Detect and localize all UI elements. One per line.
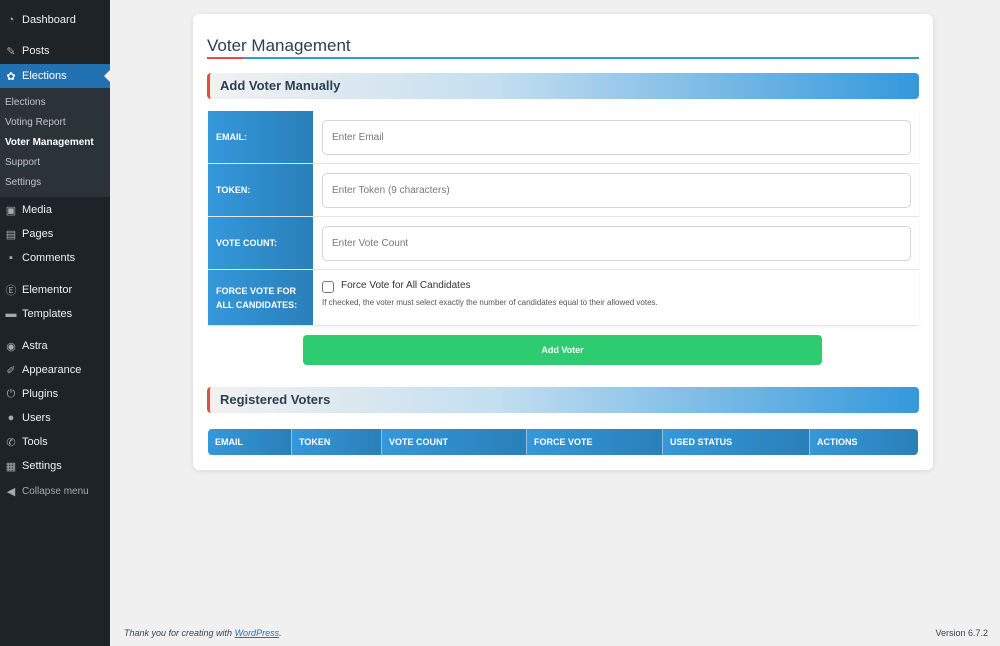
astra-icon: ◉ [6, 340, 16, 353]
submenu-support[interactable]: Support [5, 157, 40, 168]
vote-count-field[interactable] [322, 226, 911, 261]
pages-icon: ▤ [5, 228, 17, 241]
add-voter-form: EMAIL: TOKEN: VOTE COUNT: FORCE VOTE FOR… [208, 111, 919, 326]
submenu-voting-report[interactable]: Voting Report [5, 117, 66, 128]
submenu-voter-management[interactable]: Voter Management [5, 137, 94, 148]
elementor-icon: Ⓔ [5, 285, 17, 297]
token-row: TOKEN: [208, 164, 919, 217]
sidebar-item-label: Dashboard [22, 14, 76, 26]
settings-icon: ▦ [5, 460, 17, 473]
pin-icon: ✎ [6, 45, 16, 58]
footer-text: Thank you for creating with [124, 628, 235, 638]
column-email: EMAIL [208, 429, 292, 455]
sidebar-item-label: Settings [22, 460, 62, 472]
sidebar-item-settings[interactable]: ▦ Settings [0, 454, 110, 478]
sidebar-item-media[interactable]: ▣ Media [0, 198, 110, 222]
user-icon: ● [7, 412, 15, 424]
email-field[interactable] [322, 120, 911, 155]
sidebar-item-elementor[interactable]: Ⓔ Elementor [0, 278, 110, 302]
sidebar-item-plugins[interactable]: ⏻ Plugins [0, 382, 110, 406]
sidebar-item-label: Users [22, 412, 51, 424]
sidebar-item-elections[interactable]: ✿ Elections [0, 64, 110, 88]
sidebar-item-appearance[interactable]: ✐ Appearance [0, 358, 110, 382]
dashboard-icon: ◔ [7, 14, 15, 26]
sidebar-item-label: Comments [22, 252, 76, 264]
collapse-icon: ◀ [6, 485, 16, 498]
token-label: TOKEN: [208, 164, 313, 216]
sidebar-item-users[interactable]: ● Users [0, 406, 110, 430]
sidebar-item-label: Elections [22, 70, 67, 82]
force-vote-label: FORCE VOTE FOR ALL CANDIDATES: [208, 270, 313, 325]
brush-icon: ✐ [6, 364, 16, 377]
collapse-menu-button[interactable]: ◀ Collapse menu [0, 479, 110, 503]
vote-count-label: VOTE COUNT: [208, 217, 313, 269]
column-token: TOKEN [292, 429, 382, 455]
add-voter-section-header: Add Voter Manually [207, 73, 919, 99]
sidebar-item-label: Elementor [22, 284, 73, 296]
sidebar-item-label: Media [22, 204, 52, 216]
force-vote-row: FORCE VOTE FOR ALL CANDIDATES: Force Vot… [208, 270, 919, 326]
sidebar-item-label: Appearance [22, 364, 82, 376]
media-icon: ▣ [5, 204, 17, 217]
comment-icon: ▪ [9, 252, 13, 264]
footer-suffix: . [279, 628, 282, 638]
voters-table-header: EMAIL TOKEN VOTE COUNT FORCE VOTE USED S… [208, 429, 918, 455]
vote-count-row: VOTE COUNT: [208, 217, 919, 270]
sidebar-item-label: Posts [22, 45, 50, 57]
sidebar-item-label: Pages [22, 228, 54, 240]
force-vote-checkbox[interactable] [322, 281, 334, 293]
submenu-settings[interactable]: Settings [5, 177, 41, 188]
force-vote-checkbox-label[interactable]: Force Vote for All Candidates [341, 280, 471, 291]
column-actions: ACTIONS [810, 429, 918, 455]
sidebar-item-templates[interactable]: ▬ Templates [0, 302, 110, 326]
registered-voters-header: Registered Voters [207, 387, 919, 413]
column-used-status: USED STATUS [663, 429, 810, 455]
add-voter-button[interactable]: Add Voter [303, 335, 822, 365]
voter-management-card: Voter Management Add Voter Manually EMAI… [193, 14, 933, 470]
sidebar-item-label: Astra [22, 340, 48, 352]
email-row: EMAIL: [208, 111, 919, 164]
email-label: EMAIL: [208, 111, 313, 163]
sidebar-item-comments[interactable]: ▪ Comments [0, 246, 110, 270]
token-field[interactable] [322, 173, 911, 208]
plug-icon: ⏻ [6, 387, 16, 400]
sidebar-item-label: Plugins [22, 388, 59, 400]
sidebar-item-astra[interactable]: ◉ Astra [0, 334, 110, 358]
elections-submenu: Elections Voting Report Voter Management… [0, 87, 110, 197]
force-vote-hint: If checked, the voter must select exactl… [322, 298, 658, 307]
wordpress-link[interactable]: WordPress [235, 628, 280, 638]
sidebar-item-tools[interactable]: ✆ Tools [0, 430, 110, 454]
sidebar-item-posts[interactable]: ✎ Posts [0, 39, 110, 63]
collapse-label: Collapse menu [22, 485, 89, 497]
column-vote-count: VOTE COUNT [382, 429, 527, 455]
footer-credit: Thank you for creating with WordPress. [124, 628, 282, 638]
sidebar-item-dashboard[interactable]: ◔ Dashboard [0, 8, 110, 32]
folder-icon: ▬ [5, 308, 17, 320]
submenu-elections[interactable]: Elections [5, 97, 46, 108]
sidebar-item-label: Tools [22, 436, 48, 448]
group-icon: ✿ [6, 70, 16, 83]
sidebar-item-pages[interactable]: ▤ Pages [0, 222, 110, 246]
wrench-icon: ✆ [6, 436, 16, 449]
column-force-vote: FORCE VOTE [527, 429, 663, 455]
version-text: Version 6.7.2 [935, 628, 988, 638]
page-title: Voter Management [207, 36, 351, 55]
title-underline [207, 57, 919, 59]
sidebar-item-label: Templates [22, 308, 73, 320]
